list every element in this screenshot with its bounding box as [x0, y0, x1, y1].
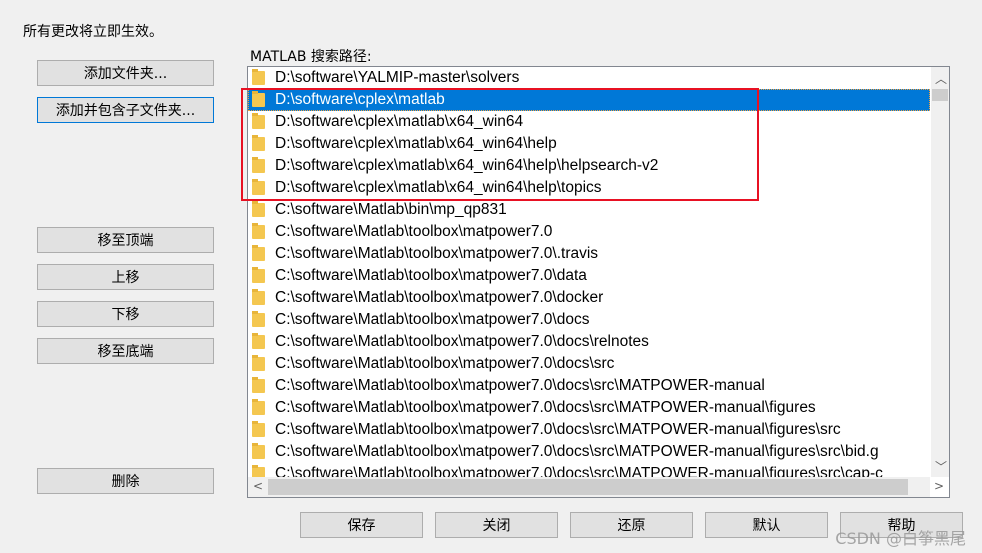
path-text: C:\software\Matlab\toolbox\matpower7.0\d…: [275, 399, 816, 416]
add-folder-button[interactable]: 添加文件夹...: [37, 60, 214, 86]
path-text: C:\software\Matlab\toolbox\matpower7.0\d…: [275, 377, 765, 394]
path-row[interactable]: C:\software\Matlab\toolbox\matpower7.0\d…: [248, 419, 930, 441]
path-text: C:\software\Matlab\toolbox\matpower7.0\.…: [275, 245, 599, 262]
path-row[interactable]: C:\software\Matlab\toolbox\matpower7.0\d…: [248, 463, 930, 477]
highlight-box: [241, 88, 759, 201]
list-label: MATLAB 搜索路径:: [250, 49, 372, 65]
scroll-left-icon[interactable]: <: [253, 479, 263, 493]
folder-icon: [252, 289, 265, 305]
notice-text: 所有更改将立即生效。: [23, 24, 163, 40]
path-row[interactable]: C:\software\Matlab\toolbox\matpower7.0\d…: [248, 287, 930, 309]
path-text: C:\software\Matlab\toolbox\matpower7.0\d…: [275, 289, 604, 306]
move-to-top-button[interactable]: 移至顶端: [37, 227, 214, 253]
folder-icon: [252, 69, 265, 85]
path-row[interactable]: C:\software\Matlab\toolbox\matpower7.0\d…: [248, 375, 930, 397]
path-row[interactable]: C:\software\Matlab\toolbox\matpower7.0\d…: [248, 353, 930, 375]
folder-icon: [252, 333, 265, 349]
folder-icon: [252, 245, 265, 261]
scroll-right-icon[interactable]: >: [934, 479, 944, 493]
default-button[interactable]: 默认: [705, 512, 828, 538]
path-text: C:\software\Matlab\toolbox\matpower7.0\d…: [275, 355, 615, 372]
path-text: C:\software\Matlab\toolbox\matpower7.0\d…: [275, 465, 883, 477]
folder-icon: [252, 443, 265, 459]
path-row[interactable]: C:\software\Matlab\bin\mp_qp831: [248, 199, 930, 221]
path-text: C:\software\Matlab\bin\mp_qp831: [275, 201, 507, 218]
save-button[interactable]: 保存: [300, 512, 423, 538]
folder-icon: [252, 201, 265, 217]
path-text: C:\software\Matlab\toolbox\matpower7.0\d…: [275, 333, 649, 350]
path-row[interactable]: C:\software\Matlab\toolbox\matpower7.0\d…: [248, 441, 930, 463]
move-to-bottom-button[interactable]: 移至底端: [37, 338, 214, 364]
folder-icon: [252, 465, 265, 477]
vertical-scroll-thumb[interactable]: [932, 89, 948, 101]
path-row[interactable]: C:\software\Matlab\toolbox\matpower7.0\d…: [248, 331, 930, 353]
path-text: C:\software\Matlab\toolbox\matpower7.0: [275, 223, 553, 240]
folder-icon: [252, 223, 265, 239]
folder-icon: [252, 311, 265, 327]
path-text: C:\software\Matlab\toolbox\matpower7.0\d…: [275, 311, 590, 328]
vertical-scrollbar[interactable]: ︿ ﹀: [931, 67, 949, 477]
path-row[interactable]: D:\software\YALMIP-master\solvers: [248, 67, 930, 89]
close-button[interactable]: 关闭: [435, 512, 558, 538]
path-text: C:\software\Matlab\toolbox\matpower7.0\d…: [275, 443, 879, 460]
add-with-subfolders-button[interactable]: 添加并包含子文件夹...: [37, 97, 214, 123]
path-text: C:\software\Matlab\toolbox\matpower7.0\d…: [275, 421, 841, 438]
watermark: CSDN @白筝黑尾: [835, 529, 966, 548]
revert-button[interactable]: 还原: [570, 512, 693, 538]
scroll-down-icon[interactable]: ﹀: [935, 458, 947, 475]
folder-icon: [252, 421, 265, 437]
horizontal-scrollbar[interactable]: < >: [248, 477, 944, 497]
folder-icon: [252, 377, 265, 393]
move-up-button[interactable]: 上移: [37, 264, 214, 290]
folder-icon: [252, 399, 265, 415]
path-text: D:\software\YALMIP-master\solvers: [275, 69, 520, 86]
path-row[interactable]: C:\software\Matlab\toolbox\matpower7.0\d…: [248, 265, 930, 287]
path-row[interactable]: C:\software\Matlab\toolbox\matpower7.0\d…: [248, 397, 930, 419]
path-row[interactable]: C:\software\Matlab\toolbox\matpower7.0: [248, 221, 930, 243]
scroll-up-icon[interactable]: ︿: [935, 70, 947, 87]
path-row[interactable]: C:\software\Matlab\toolbox\matpower7.0\d…: [248, 309, 930, 331]
folder-icon: [252, 267, 265, 283]
path-row[interactable]: C:\software\Matlab\toolbox\matpower7.0\.…: [248, 243, 930, 265]
path-text: C:\software\Matlab\toolbox\matpower7.0\d…: [275, 267, 587, 284]
horizontal-scroll-thumb[interactable]: [268, 479, 908, 495]
move-down-button[interactable]: 下移: [37, 301, 214, 327]
folder-icon: [252, 355, 265, 371]
remove-button[interactable]: 删除: [37, 468, 214, 494]
